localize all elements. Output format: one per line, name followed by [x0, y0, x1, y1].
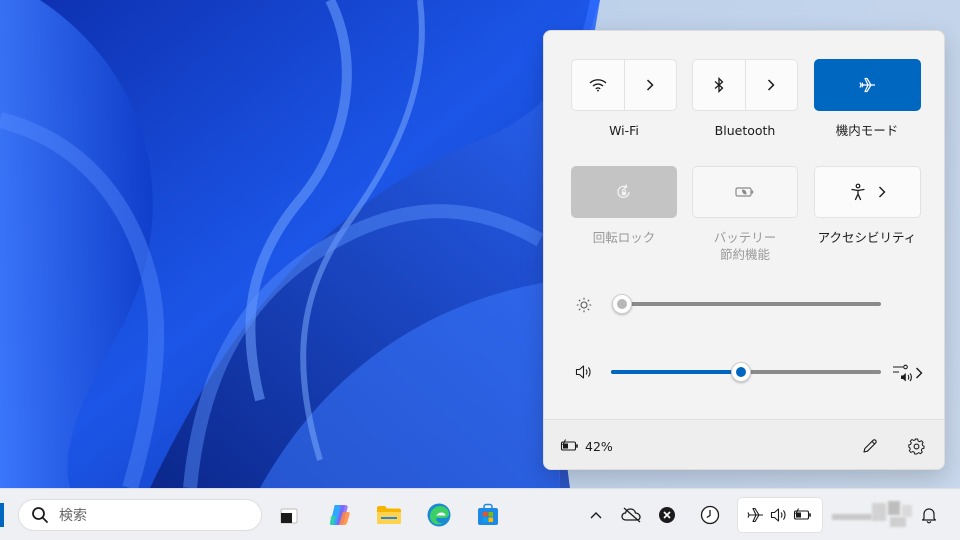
battery-icon: [794, 508, 812, 520]
chevron-right-icon: [878, 186, 885, 198]
speaker-icon: [770, 508, 786, 522]
bluetooth-tile[interactable]: [692, 59, 798, 111]
audio-output-button[interactable]: [892, 362, 926, 384]
settings-button[interactable]: [906, 436, 926, 456]
file-explorer-icon: [377, 506, 401, 524]
bluetooth-more-button[interactable]: [746, 60, 797, 110]
wifi-toggle[interactable]: [572, 60, 624, 110]
accessibility-icon: [850, 183, 865, 201]
quick-settings-panel: Wi-Fi Bluetooth 機内モード 回転ロック バッテリー 節約機能 ア…: [543, 30, 945, 470]
close-circle-icon: [659, 507, 675, 523]
show-hidden-icons-button[interactable]: [584, 503, 608, 527]
quick-settings-footer: 42%: [544, 419, 944, 469]
battery-status[interactable]: 42%: [560, 436, 613, 456]
brightness-slider-thumb[interactable]: [612, 294, 632, 314]
task-view-icon: [280, 508, 298, 524]
date-time-blurred[interactable]: [832, 499, 918, 531]
battery-saver-label-line2: 節約機能: [719, 247, 770, 262]
chevron-right-icon: [647, 79, 655, 91]
notifications-button[interactable]: [917, 503, 941, 527]
file-explorer-button[interactable]: [373, 499, 405, 531]
audio-output-icon: [893, 364, 912, 382]
battery-saver-icon: [735, 187, 754, 197]
volume-slider-thumb[interactable]: [730, 362, 751, 382]
taskbar: 検索: [0, 488, 960, 540]
edge-browser-button[interactable]: [423, 499, 455, 531]
battery-charging-icon: [560, 439, 578, 451]
accessibility-tile[interactable]: [814, 166, 921, 218]
edge-icon: [427, 503, 451, 527]
accessibility-label: アクセシビリティ: [817, 230, 917, 245]
volume-slider-fill: [611, 370, 741, 374]
battery-saver-tile[interactable]: [692, 166, 798, 218]
search-placeholder: 検索: [59, 508, 87, 524]
copilot-button[interactable]: [324, 499, 356, 531]
airplane-icon: [858, 77, 875, 93]
wifi-tile[interactable]: [571, 59, 677, 111]
gear-icon: [907, 438, 924, 454]
quick-settings-tray-button[interactable]: [737, 497, 823, 533]
task-view-button[interactable]: [273, 499, 305, 531]
chevron-right-icon: [768, 79, 776, 91]
chevron-up-icon: [590, 512, 602, 519]
clock-app-icon: [700, 505, 720, 525]
taskbar-search-box[interactable]: 検索: [18, 499, 262, 531]
pencil-icon: [863, 439, 877, 453]
airplane-mode-label: 機内モード: [835, 123, 899, 138]
battery-saver-label-line1: バッテリー: [713, 230, 777, 245]
bell-icon: [921, 508, 937, 524]
onedrive-tray-button[interactable]: [620, 503, 644, 527]
rotation-lock-icon: [617, 184, 630, 198]
wifi-more-button[interactable]: [625, 60, 676, 110]
bluetooth-icon: [714, 77, 724, 93]
speaker-icon[interactable]: [575, 364, 593, 380]
app-tray-button[interactable]: [655, 503, 679, 527]
start-button-edge[interactable]: [0, 503, 4, 527]
onedrive-offline-icon: [621, 507, 641, 523]
edit-quick-settings-button[interactable]: [860, 436, 880, 456]
bluetooth-label: Bluetooth: [714, 123, 776, 138]
copilot-icon: [329, 505, 350, 525]
search-icon: [32, 507, 48, 523]
wifi-label: Wi-Fi: [609, 123, 639, 138]
airplane-mode-tile[interactable]: [814, 59, 921, 111]
chevron-right-icon: [916, 367, 923, 379]
microsoft-store-button[interactable]: [472, 499, 504, 531]
rotation-lock-tile[interactable]: [571, 166, 677, 218]
rotation-lock-label: 回転ロック: [592, 230, 656, 245]
brightness-slider-track[interactable]: [612, 302, 881, 306]
airplane-icon: [747, 507, 763, 523]
wifi-icon: [589, 79, 607, 92]
brightness-icon: [576, 297, 592, 313]
bluetooth-toggle[interactable]: [693, 60, 745, 110]
store-icon: [478, 503, 498, 525]
battery-percentage: 42%: [585, 438, 613, 454]
clock-app-tray-button[interactable]: [698, 503, 722, 527]
